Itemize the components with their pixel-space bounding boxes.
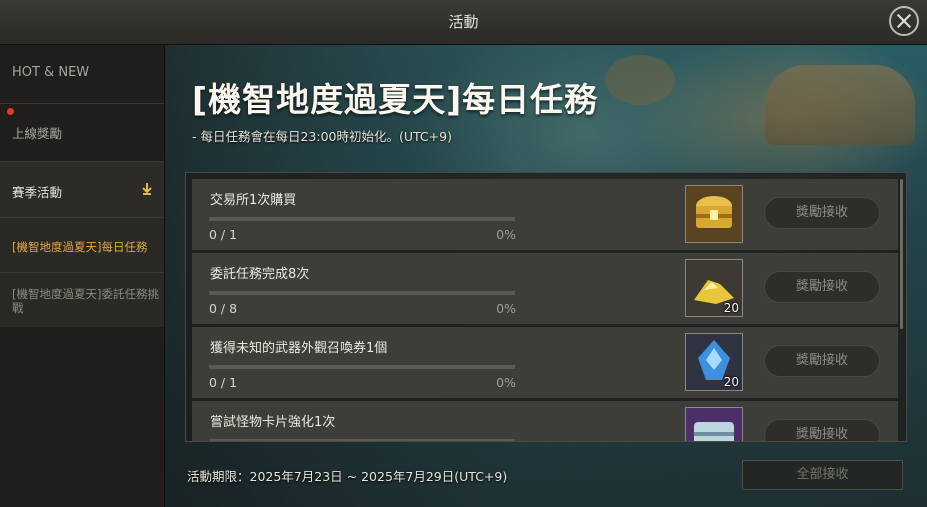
quest-progress-bar [209,217,515,221]
quest-name: 獲得未知的武器外觀召喚券1個 [210,341,388,356]
sidebar-item-login-reward[interactable]: 上線獎勵 [0,104,164,162]
page-title: [機智地度過夏天]每日任務 [192,80,599,119]
quest-row: 委託任務完成8次 0 / 8 0% 20 獎勵接收 [192,253,898,324]
quest-list[interactable]: 交易所1次購買 0 / 1 0% 獎勵接收 委託任務完成8次 0 / 8 0% [185,172,907,442]
quest-count: 0 / 1 [209,375,238,390]
claim-reward-button[interactable]: 獎勵接收 [764,271,880,303]
event-period: 活動期限：2025年7月23日 ~ 2025年7月29日(UTC+9) [187,469,508,484]
scrollbar[interactable] [900,179,903,329]
quest-percent: 0% [496,375,516,390]
sidebar-subitem-commission-challenge[interactable]: [機智地度過夏天]委託任務挑戰 [0,273,164,327]
quest-count: 0 / 8 [209,301,238,316]
quest-name: 委託任務完成8次 [210,267,310,282]
sidebar-item-label: HOT & NEW [12,65,90,80]
title-bar: 活動 [0,0,927,45]
quest-progress-bar [209,365,515,369]
sidebar-subitem-label: [機智地度過夏天]每日任務 [12,240,148,254]
quest-progress-bar [209,439,515,441]
silver-chest-icon[interactable] [685,407,743,441]
reward-quantity: 20 [723,301,739,315]
treasure-chest-icon[interactable] [685,185,743,243]
sidebar-item-season-event[interactable]: 賽季活動 [0,162,164,218]
gold-pile-icon[interactable]: 20 [685,259,743,317]
quest-name: 交易所1次購買 [210,193,297,208]
claim-reward-button[interactable]: 獎勵接收 [764,345,880,377]
claim-reward-button[interactable]: 獎勵接收 [764,419,880,441]
notification-dot-icon [7,108,14,115]
chevron-down-icon [140,182,154,196]
window-title: 活動 [448,13,479,31]
quest-row: 獲得未知的武器外觀召喚券1個 0 / 1 0% 20 獎勵接收 [192,327,898,398]
claim-all-button[interactable]: 全部接收 [742,460,903,490]
sidebar-item-label: 上線獎勵 [12,126,63,141]
page-subtitle: - 每日任務會在每日23:00時初始化。(UTC+9) [192,129,452,144]
close-icon[interactable] [889,6,919,36]
quest-progress-bar [209,291,515,295]
sidebar-item-label: 賽季活動 [12,185,63,200]
main-panel: [機智地度過夏天]每日任務 - 每日任務會在每日23:00時初始化。(UTC+9… [165,45,927,507]
reward-quantity: 20 [723,375,739,389]
quest-name: 嘗試怪物卡片強化1次 [210,415,336,430]
claim-reward-button[interactable]: 獎勵接收 [764,197,880,229]
quest-row: 交易所1次購買 0 / 1 0% 獎勵接收 [192,179,898,250]
sidebar-subitem-label: [機智地度過夏天]委託任務挑戰 [12,287,159,315]
blue-crystal-icon[interactable]: 20 [685,333,743,391]
quest-count: 0 / 1 [209,227,238,242]
quest-percent: 0% [496,227,516,242]
sidebar-item-hot-new[interactable]: HOT & NEW [0,45,164,104]
quest-row: 嘗試怪物卡片強化1次 獎勵接收 [192,401,898,441]
sidebar: HOT & NEW 上線獎勵 賽季活動 [機智地度過夏天]每日任務 [機智地度過… [0,45,165,507]
quest-percent: 0% [496,301,516,316]
sidebar-subitem-daily-mission[interactable]: [機智地度過夏天]每日任務 [0,218,164,273]
